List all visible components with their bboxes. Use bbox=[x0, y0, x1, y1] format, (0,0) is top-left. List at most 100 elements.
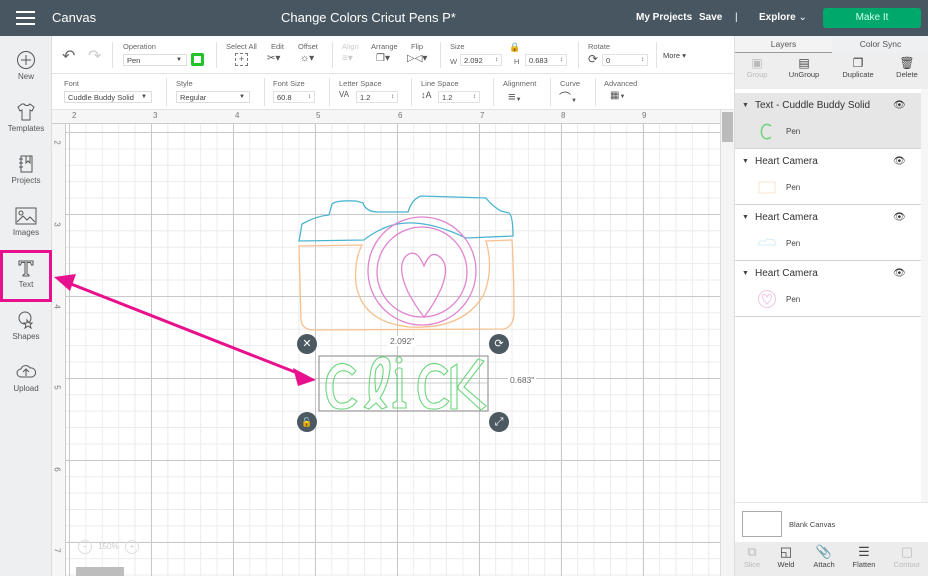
zoom-control: − 150% + bbox=[78, 540, 148, 560]
sidebar-label: Text bbox=[18, 280, 34, 289]
sidebar-item-shapes[interactable]: Shapes bbox=[0, 302, 52, 354]
sidebar-item-images[interactable]: Images bbox=[0, 198, 52, 250]
layer-item[interactable]: ▼ Heart Camera 👁 Pen bbox=[735, 261, 921, 317]
advanced-icon[interactable]: ▦▼ bbox=[610, 90, 625, 101]
sidebar-label: Images bbox=[12, 228, 40, 237]
offset-icon[interactable]: ☼▾ bbox=[300, 53, 314, 64]
blank-canvas-item[interactable]: Blank Canvas bbox=[735, 502, 928, 542]
pen-color-swatch[interactable] bbox=[191, 53, 204, 66]
divider bbox=[166, 78, 167, 106]
flip-icon[interactable]: ▷◁▾ bbox=[407, 53, 427, 64]
layers-scrollbar[interactable] bbox=[921, 89, 928, 507]
caret-down-icon[interactable]: ▼ bbox=[742, 102, 749, 109]
rotate-handle[interactable]: ⟳ bbox=[489, 334, 509, 354]
tab-layers[interactable]: Layers bbox=[735, 36, 832, 53]
divider bbox=[493, 78, 494, 106]
tab-color-sync[interactable]: Color Sync bbox=[832, 36, 928, 53]
arrange-icon[interactable]: ❐▾ bbox=[376, 53, 390, 64]
weld-button[interactable]: ◱ Weld bbox=[767, 544, 805, 569]
select-all-icon[interactable]: + bbox=[235, 53, 248, 66]
sidebar-item-text[interactable]: Text bbox=[0, 250, 52, 302]
slice-icon: ⧉ bbox=[747, 544, 757, 559]
redo-icon[interactable]: ↷ bbox=[88, 46, 101, 66]
layer-item[interactable]: ▼ Heart Camera 👁 Pen bbox=[735, 149, 921, 205]
zoom-out-button[interactable]: − bbox=[78, 540, 92, 554]
hamburger-icon[interactable] bbox=[16, 11, 35, 25]
attach-button[interactable]: 📎 Attach bbox=[805, 544, 843, 569]
alignment-icon[interactable]: ≡▼ bbox=[508, 89, 522, 104]
my-projects-link[interactable]: My Projects bbox=[636, 12, 692, 23]
eye-icon[interactable]: 👁 bbox=[893, 156, 906, 167]
flatten-label: Flatten bbox=[852, 560, 876, 569]
group-button[interactable]: ▣ Group bbox=[733, 56, 781, 79]
delete-handle[interactable]: ✕ bbox=[297, 334, 317, 354]
lock-ratio-icon[interactable]: 🔒 bbox=[509, 42, 520, 53]
flatten-button[interactable]: ☰ Flatten bbox=[845, 544, 883, 569]
undo-icon[interactable]: ↶ bbox=[62, 46, 75, 66]
layer-name: Heart Camera bbox=[755, 156, 818, 167]
curve-icon[interactable]: ⌒▼ bbox=[559, 89, 577, 106]
explore-menu[interactable]: Explore ⌄ bbox=[759, 12, 807, 23]
letter-space-input[interactable]: 1.2 ↕ bbox=[356, 91, 398, 103]
make-it-button[interactable]: Make It bbox=[823, 8, 921, 28]
sidebar-item-upload[interactable]: Upload bbox=[0, 354, 52, 406]
more-menu[interactable]: More ▾ bbox=[663, 51, 686, 60]
style-select[interactable]: Regular ▼ bbox=[176, 91, 250, 103]
offset-label: Offset bbox=[298, 42, 318, 51]
caret-down-icon[interactable]: ▼ bbox=[742, 214, 749, 221]
width-input[interactable]: 2.092 ↕ bbox=[460, 54, 502, 66]
font-select[interactable]: Cuddle Buddy Solid ▼ bbox=[64, 91, 152, 103]
stepper-icon[interactable]: ↕ bbox=[391, 93, 394, 102]
resize-handle[interactable]: ⤢ bbox=[489, 412, 509, 432]
ruler-tick-label: 9 bbox=[642, 111, 647, 120]
lock-handle[interactable]: 🔓 bbox=[297, 412, 317, 432]
delete-button[interactable]: 🗑 Delete bbox=[883, 56, 928, 79]
contour-button[interactable]: ▢ Contour bbox=[888, 544, 926, 569]
edit-label: Edit bbox=[271, 42, 284, 51]
design-canvas[interactable]: ✕ ⟳ 🔓 ⤢ 2.092" 0.683" − 150% + bbox=[66, 124, 720, 576]
eye-icon[interactable]: 👁 bbox=[893, 100, 906, 111]
blank-canvas-swatch[interactable] bbox=[742, 511, 782, 537]
operation-select[interactable]: Pen ▼ bbox=[123, 54, 187, 66]
horizontal-scrollbar[interactable] bbox=[76, 567, 124, 576]
font-size-input[interactable]: 60.8 ↕ bbox=[273, 91, 315, 103]
tshirt-icon bbox=[17, 103, 35, 121]
edit-scissors-icon[interactable]: ✂▾ bbox=[267, 53, 280, 64]
layer-name: Heart Camera bbox=[755, 212, 818, 223]
duplicate-label: Duplicate bbox=[842, 70, 874, 79]
align-icon[interactable]: ≡▾ bbox=[342, 53, 353, 64]
size-label: Size bbox=[450, 42, 465, 51]
slice-button[interactable]: ⧉ Slice bbox=[733, 544, 771, 569]
ungroup-button[interactable]: ▤ UnGroup bbox=[780, 56, 828, 79]
heart-camera-design[interactable] bbox=[66, 124, 720, 576]
height-input[interactable]: 0.683 ↕ bbox=[525, 54, 567, 66]
layer-item[interactable]: ▼ Text - Cuddle Buddy Solid 👁 Pen bbox=[735, 93, 921, 149]
scrollbar-thumb[interactable] bbox=[722, 112, 733, 142]
sidebar-item-templates[interactable]: Templates bbox=[0, 94, 52, 146]
stepper-icon[interactable]: ↕ bbox=[308, 93, 311, 102]
caret-down-icon[interactable]: ▼ bbox=[742, 270, 749, 277]
attach-label: Attach bbox=[813, 560, 835, 569]
duplicate-button[interactable]: ❐ Duplicate bbox=[834, 56, 882, 79]
arrange-label: Arrange bbox=[371, 42, 398, 51]
duplicate-icon: ❐ bbox=[852, 56, 864, 70]
stepper-icon[interactable]: ↕ bbox=[473, 93, 476, 102]
stepper-icon[interactable]: ↕ bbox=[641, 56, 644, 65]
caret-down-icon[interactable]: ▼ bbox=[742, 158, 749, 165]
stepper-icon[interactable]: ↕ bbox=[560, 56, 563, 65]
stepper-icon[interactable]: ↕ bbox=[495, 56, 498, 65]
sidebar-item-projects[interactable]: Projects bbox=[0, 146, 52, 198]
trash-icon: 🗑 bbox=[899, 56, 915, 70]
save-link[interactable]: Save bbox=[699, 12, 722, 23]
sidebar-label: New bbox=[17, 72, 34, 81]
eye-icon[interactable]: 👁 bbox=[893, 212, 906, 223]
eye-icon[interactable]: 👁 bbox=[893, 268, 906, 279]
cloud-upload-icon bbox=[16, 365, 37, 378]
zoom-in-button[interactable]: + bbox=[124, 540, 139, 554]
rotate-input[interactable]: 0 ↕ bbox=[602, 54, 648, 66]
sidebar-item-new[interactable]: New bbox=[0, 42, 52, 94]
vertical-scrollbar[interactable] bbox=[720, 110, 734, 576]
layer-item[interactable]: ▼ Heart Camera 👁 Pen bbox=[735, 205, 921, 261]
line-space-input[interactable]: 1.2 ↕ bbox=[438, 91, 480, 103]
divider bbox=[411, 78, 412, 106]
